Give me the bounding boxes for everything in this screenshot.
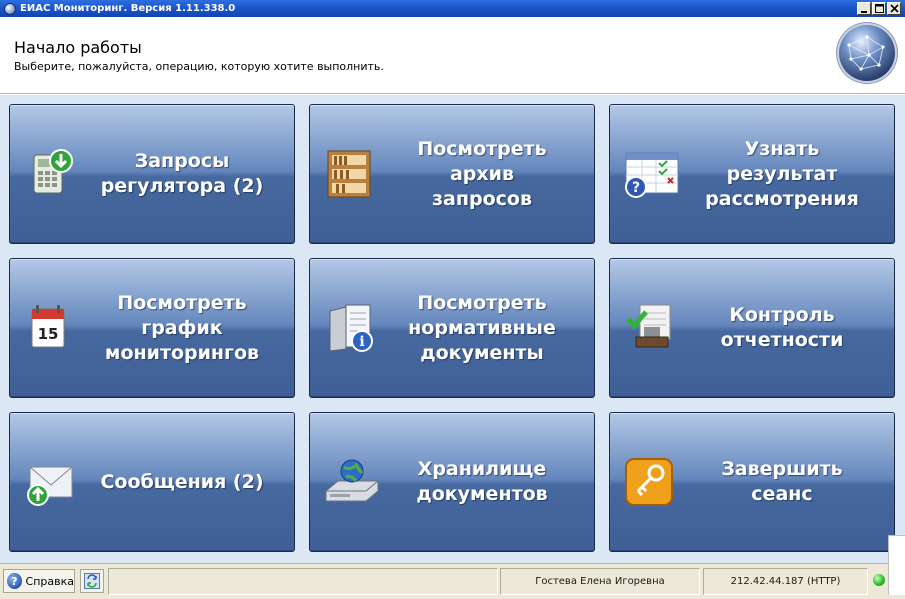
maximize-button[interactable] [872, 2, 886, 15]
close-button[interactable] [887, 2, 901, 15]
svg-text:15: 15 [38, 325, 59, 343]
maximize-icon [874, 4, 884, 13]
connection-status-icon [873, 574, 885, 586]
operations-panel: Запросы регулятора (2) Посмотреть архив … [0, 95, 905, 563]
svg-text:i: i [359, 334, 364, 350]
tile-review-result[interactable]: ? Узнать результат рассмотрения [609, 104, 895, 244]
help-button[interactable]: ? Справка [3, 569, 75, 593]
tile-regulator-requests[interactable]: Запросы регулятора (2) [9, 104, 295, 244]
tile-label: Контроль отчетности [720, 304, 844, 351]
page-header: Начало работы Выберите, пожалуйста, опер… [0, 17, 905, 94]
refresh-button[interactable] [80, 569, 104, 593]
tile-reporting-control[interactable]: Контроль отчетности [609, 258, 895, 398]
overlay-window-edge [888, 535, 905, 595]
page-subtitle: Выберите, пожалуйста, операцию, которую … [14, 60, 384, 73]
key-icon [622, 453, 678, 509]
help-icon: ? [7, 573, 22, 589]
tile-label: Посмотреть график мониторингов [104, 291, 260, 364]
network-globe-icon [839, 25, 895, 81]
tile-label: Посмотреть архив запросов [417, 137, 547, 210]
tile-monitoring-schedule[interactable]: 15 Посмотреть график мониторингов [9, 258, 295, 398]
tile-label: Сообщения (2) [100, 470, 264, 493]
document-info-icon: i [322, 299, 378, 355]
calendar-icon: 15 [22, 299, 78, 355]
tile-messages[interactable]: Сообщения (2) [9, 412, 295, 552]
checklist-help-icon: ? [622, 145, 679, 201]
tile-end-session[interactable]: Завершить сеанс [609, 412, 895, 552]
window-title: ЕИАС Мониторинг. Версия 1.11.338.0 [20, 3, 236, 14]
calculator-download-icon [22, 145, 78, 201]
window-titlebar: ЕИАС Мониторинг. Версия 1.11.338.0 [0, 0, 905, 17]
tile-label: Запросы регулятора (2) [100, 150, 264, 197]
connection-address: 212.42.44.187 (HTTP) [703, 568, 868, 595]
globe-drive-icon [322, 453, 379, 509]
tile-document-storage[interactable]: Хранилище документов [309, 412, 595, 552]
status-message-panel [108, 568, 498, 595]
minimize-button[interactable] [857, 2, 871, 15]
svg-text:?: ? [632, 180, 640, 196]
envelope-upload-icon [22, 453, 78, 509]
current-user: Гостева Елена Игоревна [500, 568, 700, 595]
refresh-icon [84, 573, 100, 589]
app-globe-icon [4, 2, 16, 15]
status-bar: ? Справка Гостева Елена Игоревна 212.42.… [0, 563, 905, 599]
help-label: Справка [25, 574, 74, 588]
minimize-icon [861, 10, 867, 13]
tile-label: Хранилище документов [416, 458, 548, 505]
tile-label: Посмотреть нормативные документы [408, 291, 556, 364]
window-controls [857, 2, 901, 15]
close-icon [889, 4, 899, 13]
tile-label: Узнать результат рассмотрения [705, 137, 859, 210]
tile-label: Завершить сеанс [721, 458, 843, 505]
tile-view-archive[interactable]: Посмотреть архив запросов [309, 104, 595, 244]
tile-normative-docs[interactable]: i Посмотреть нормативные документы [309, 258, 595, 398]
stamp-check-icon [622, 299, 678, 355]
bookshelf-icon [322, 145, 378, 201]
page-title: Начало работы [14, 38, 142, 57]
